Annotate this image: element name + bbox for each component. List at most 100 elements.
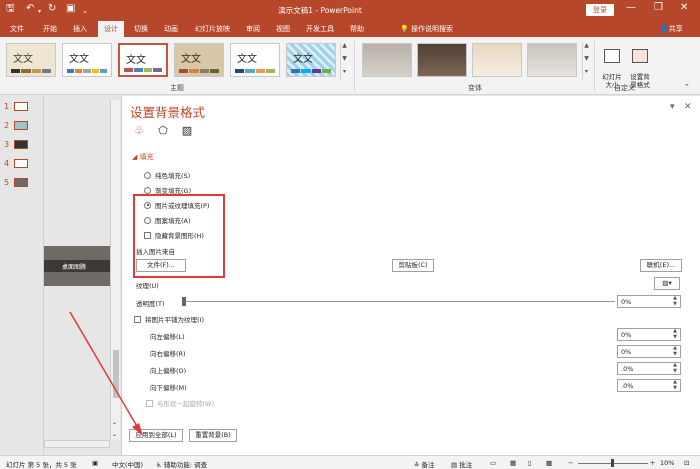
slide-thumbnail-4[interactable]: 4 [4,159,29,168]
slide-thumbnail-5[interactable]: 5 [4,178,29,187]
fill-section-header[interactable]: ◢ 填充 [132,152,154,162]
slide-thumbnail-2[interactable]: 2 [4,121,29,130]
scrollbar-thumb[interactable] [113,350,119,398]
tab-animations[interactable]: 动画 [164,24,178,34]
fill-tab-icon[interactable]: ♧ [132,124,146,138]
pane-options-icon[interactable]: ▾ [670,102,675,112]
comments-button[interactable]: ▤ 批注 [451,459,472,469]
offset-top-input[interactable]: .0% ▲ ▼ [617,362,681,375]
slide-thumbnail-1[interactable]: 1 [4,102,29,111]
scroll-up-icon[interactable]: ▲ [583,42,590,49]
theme-label: 文文 [237,54,257,65]
close-button[interactable]: ✕ [680,2,688,13]
accessibility-status[interactable]: ♿ 辅助功能: 调查 [156,459,207,469]
theme-thumbnail-4[interactable]: 文文 [174,43,224,77]
variant-thumbnail-3[interactable] [472,43,522,77]
slide-size-button[interactable]: 幻灯片 大小 [598,41,626,89]
share-button[interactable]: 👤共享 [660,24,683,34]
transparency-slider-knob[interactable] [182,297,186,306]
slideshow-view-icon[interactable]: ▩ [546,459,552,467]
spinner-arrows-icon[interactable]: ▲ ▼ [673,295,677,307]
solid-fill-option[interactable]: 纯色填充(S) [144,170,190,180]
variant-thumbnail-4[interactable] [527,43,577,77]
theme-gallery-scroll[interactable]: ▲ ▼ ▾ [340,42,348,80]
offset-left-input[interactable]: 0% ▲ ▼ [617,328,681,341]
zoom-slider-knob[interactable] [611,459,614,467]
horizontal-scrollbar[interactable] [44,440,110,448]
group-divider [354,41,355,91]
tab-review[interactable]: 审阅 [246,24,260,34]
theme-thumbnail-1[interactable]: 文文 [6,43,56,77]
slide-number: 5 [4,178,10,187]
more-icon[interactable]: ▾ [341,68,348,75]
tab-design[interactable]: 设计 [98,21,124,37]
theme-thumbnail-6[interactable]: 文文 [286,43,336,77]
window-title: 演示文稿1 - PowerPoint [278,6,362,15]
tab-slideshow[interactable]: 幻灯片放映 [195,24,230,34]
minimize-button[interactable]: — [626,2,636,13]
clipboard-button[interactable]: 剪贴板(C) [392,259,434,272]
picture-tab-icon[interactable]: ▨ [180,124,194,138]
normal-view-icon[interactable]: ▭ [490,459,496,467]
effects-tab-icon[interactable]: ⬠ [156,124,170,138]
variant-thumbnail-1[interactable] [362,43,412,77]
restore-button[interactable]: ❐ [654,2,663,13]
collapse-ribbon-icon[interactable]: ⌃ [684,83,690,91]
theme-thumbnail-5[interactable]: 文文 [230,43,280,77]
next-slide-icon[interactable]: ⌄ [112,431,117,438]
online-button[interactable]: 联机(E)... [640,259,682,272]
variant-gallery-scroll[interactable]: ▲ ▼ ▾ [582,42,590,80]
slide-count-status: 幻灯片 第 5 张，共 5 张 [6,461,77,469]
vertical-scrollbar[interactable]: ⌃ ⌄ [110,100,120,440]
slide-thumbnail-3[interactable]: 3 [4,140,29,149]
theme-label: 文文 [126,55,146,66]
tab-view[interactable]: 视图 [276,24,290,34]
tab-file[interactable]: 文件 [10,24,24,34]
reset-background-button[interactable]: 重置背景(B) [189,429,237,442]
fit-to-window-icon[interactable]: ⊡ [684,459,689,467]
format-background-button[interactable]: 设置背 景格式 [626,41,654,89]
tile-checkbox[interactable] [134,315,141,323]
pane-close-icon[interactable]: ✕ [684,102,692,112]
scroll-down-icon[interactable]: ▼ [583,55,590,62]
apply-to-all-button[interactable]: 应用到全部(L) [129,429,183,442]
slide-number: 4 [4,159,10,168]
slide-sorter-icon[interactable]: ▦ [510,459,516,467]
spinner-arrows-icon[interactable]: ▲ ▼ [673,362,677,374]
scroll-up-icon[interactable]: ▲ [341,42,348,49]
prev-slide-icon[interactable]: ⌃ [112,422,117,429]
gradient-fill-radio[interactable] [144,186,151,194]
zoom-out-icon[interactable]: − [568,459,573,467]
tab-home[interactable]: 开始 [43,24,57,34]
tab-insert[interactable]: 插入 [73,24,87,34]
reading-view-icon[interactable]: ▯ [528,459,532,467]
scroll-down-icon[interactable]: ▼ [341,55,348,62]
pane-title: 设置背景格式 [130,105,206,120]
variant-thumbnail-2[interactable] [417,43,467,77]
tell-me-search[interactable]: 💡 操作说明搜索 [400,24,453,34]
offset-right-input[interactable]: 0% ▲ ▼ [617,345,681,358]
spinner-arrows-icon[interactable]: ▲ ▼ [673,379,677,391]
texture-picker[interactable]: ▨▾ [654,277,680,290]
theme-thumbnail-2[interactable]: 文文 [62,43,112,77]
zoom-in-icon[interactable]: + [650,459,655,467]
slide-canvas[interactable]: 桌面图腾 [44,96,120,455]
login-button[interactable]: 登录 [586,4,614,16]
solid-fill-radio[interactable] [144,171,151,179]
theme-thumbnail-3[interactable]: 文文 [118,43,168,77]
offset-bottom-input[interactable]: .0% ▲ ▼ [617,379,681,392]
spinner-arrows-icon[interactable]: ▲ ▼ [673,345,677,357]
tab-help[interactable]: 帮助 [350,24,364,34]
more-icon[interactable]: ▾ [583,68,590,75]
tab-developer[interactable]: 开发工具 [306,24,334,34]
tab-transitions[interactable]: 切换 [134,24,148,34]
spellcheck-icon[interactable]: ▣ [92,459,98,467]
tile-option[interactable]: 将图片平铺为纹理(I) [134,314,204,324]
spinner-arrows-icon[interactable]: ▲ ▼ [673,328,677,340]
slide-preview[interactable]: 桌面图腾 [44,246,116,286]
transparency-slider[interactable] [185,301,615,302]
notes-button[interactable]: ≜ 备注 [414,459,435,469]
zoom-level[interactable]: 10% [660,459,674,467]
language-status[interactable]: 中文(中国) [112,459,143,469]
transparency-input[interactable]: 0% ▲ ▼ [617,295,681,308]
